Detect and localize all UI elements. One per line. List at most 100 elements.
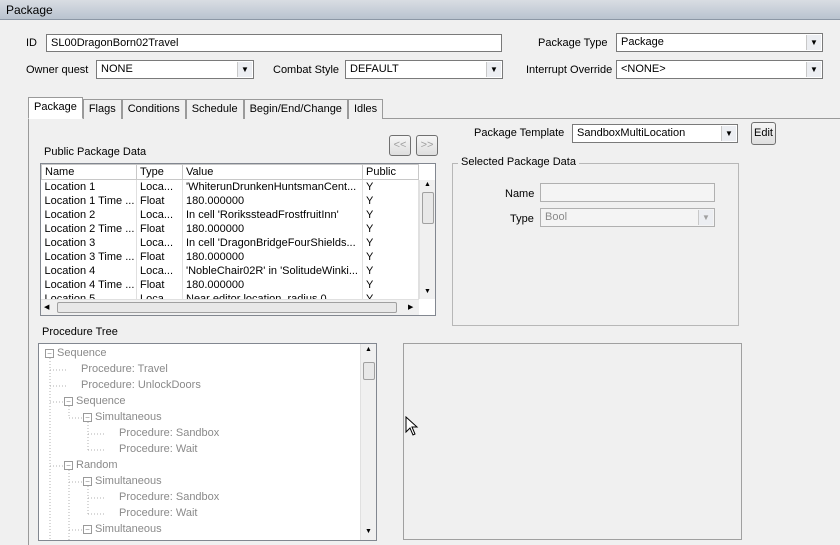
package-type-value: Package (621, 36, 664, 48)
owner-quest-label: Owner quest (26, 64, 89, 76)
scroll-thumb[interactable] (422, 192, 434, 224)
tree-node-label: Procedure: Wait (119, 443, 198, 455)
tab-schedule[interactable]: Schedule (185, 99, 244, 119)
column-header-type[interactable]: Type (136, 164, 183, 180)
package-type-dropdown[interactable]: Package ▼ (616, 33, 823, 52)
horizontal-scroll-thumb[interactable] (57, 302, 397, 313)
tree-node[interactable]: Procedure: Wait (119, 507, 197, 519)
interrupt-override-dropdown[interactable]: <NONE> ▼ (616, 60, 823, 79)
interrupt-override-value: <NONE> (621, 63, 666, 75)
cell-public: Y (362, 193, 419, 208)
scroll-thumb[interactable] (363, 362, 375, 380)
tree-node[interactable]: − Simultaneous (83, 523, 162, 535)
tree-vertical-scrollbar[interactable]: ▲ ▼ (360, 344, 376, 540)
tree-node[interactable]: Procedure: Travel (81, 363, 168, 375)
tree-node[interactable]: − Random (64, 459, 118, 471)
public-package-data-title: Public Package Data (44, 146, 147, 158)
selected-package-data-title: Selected Package Data (458, 156, 579, 168)
tree-node[interactable]: − Sequence (64, 395, 126, 407)
collapse-icon[interactable]: − (64, 396, 73, 406)
package-template-value: SandboxMultiLocation (577, 127, 686, 139)
mouse-cursor-icon (405, 416, 419, 436)
procedure-details-panel (403, 343, 742, 540)
tree-node[interactable]: Procedure: Sandbox (119, 491, 219, 503)
scroll-right-icon: ▶ (408, 304, 414, 311)
public-package-data-table: Name Type Value Public Location 1 Loca...… (41, 164, 419, 306)
selected-name-field[interactable] (540, 183, 715, 202)
tree-node-label: Procedure: Sandbox (119, 491, 220, 503)
cell-public: Y (362, 277, 419, 292)
tree-node[interactable]: − Sequence (45, 347, 107, 359)
selected-type-value: Bool (545, 211, 568, 223)
table-row[interactable]: Location 2 Time ... Float 180.000000 Y (41, 221, 419, 236)
column-header-name[interactable]: Name (41, 164, 137, 180)
cell-value: In cell 'RorikssteadFrostfruitInn' (182, 207, 363, 222)
cell-type: Loca... (136, 263, 183, 278)
table-row[interactable]: Location 3 Time ... Float 180.000000 Y (41, 249, 419, 264)
cell-name: Location 3 (41, 235, 137, 250)
id-field[interactable]: SL00DragonBorn02Travel (46, 34, 502, 52)
table-row[interactable]: Location 1 Loca... 'WhiterunDrunkenHuntsma… (41, 179, 419, 194)
title-bar: Package (0, 0, 840, 20)
collapse-icon[interactable]: − (64, 460, 73, 470)
owner-quest-dropdown[interactable]: NONE ▼ (96, 60, 254, 79)
tree-node-label: Simultaneous (95, 411, 162, 423)
cell-value: 180.000000 (182, 221, 363, 236)
cell-public: Y (362, 179, 419, 194)
tree-node-label: Procedure: Wait (119, 507, 198, 519)
edit-template-button[interactable]: Edit (751, 122, 776, 145)
column-header-value[interactable]: Value (182, 164, 363, 180)
tree-node-label: Sequence (57, 347, 107, 359)
public-package-data-list[interactable]: Name Type Value Public Location 1 Loca...… (40, 163, 436, 316)
tree-node[interactable]: − Simultaneous (83, 475, 162, 487)
tree-node-label: Procedure: Travel (81, 363, 168, 375)
scroll-up-icon: ▲ (424, 181, 431, 188)
cell-name: Location 3 Time ... (41, 249, 137, 264)
table-row[interactable]: Location 3 Loca... In cell 'DragonBridgeFo… (41, 235, 419, 250)
tree-node[interactable]: Procedure: Sandbox (119, 427, 219, 439)
cell-name: Location 2 Time ... (41, 221, 137, 236)
cell-value: In cell 'DragonBridgeFourShields... (182, 235, 363, 250)
combat-style-dropdown[interactable]: DEFAULT ▼ (345, 60, 503, 79)
column-header-public[interactable]: Public (362, 164, 419, 180)
cell-value: 180.000000 (182, 277, 363, 292)
table-row[interactable]: Location 4 Time ... Float 180.000000 Y (41, 277, 419, 292)
cell-type: Float (136, 193, 183, 208)
collapse-icon[interactable]: − (83, 524, 92, 534)
cell-name: Location 4 (41, 263, 137, 278)
cell-public: Y (362, 235, 419, 250)
tab-package[interactable]: Package (28, 97, 83, 119)
table-row[interactable]: Location 1 Time ... Float 180.000000 Y (41, 193, 419, 208)
tree-node[interactable]: Procedure: UnlockDoors (81, 379, 201, 391)
combat-style-value: DEFAULT (350, 63, 399, 75)
table-vertical-scrollbar[interactable]: ▲ ▼ (419, 180, 435, 299)
procedure-tree-title: Procedure Tree (42, 326, 118, 338)
cell-public: Y (362, 249, 419, 264)
table-row[interactable]: Location 4 Loca... 'NobleChair02R' in 'Sol… (41, 263, 419, 278)
collapse-icon[interactable]: − (45, 348, 54, 358)
cell-type: Loca... (136, 235, 183, 250)
cell-public: Y (362, 221, 419, 236)
package-template-dropdown[interactable]: SandboxMultiLocation ▼ (572, 124, 738, 143)
table-row[interactable]: Location 2 Loca... In cell 'RorikssteadFro… (41, 207, 419, 222)
tab-flags[interactable]: Flags (82, 99, 122, 119)
cell-public: Y (362, 263, 419, 278)
chevron-down-icon: ▼ (237, 62, 252, 77)
procedure-tree[interactable]: − Sequence Procedure: Travel Procedure: U… (38, 343, 377, 541)
collapse-icon[interactable]: − (83, 412, 92, 422)
tab-begin-end-change[interactable]: Begin/End/Change (243, 99, 348, 119)
tab-idles[interactable]: Idles (347, 99, 384, 119)
tab-conditions[interactable]: Conditions (121, 99, 186, 119)
cell-value: 180.000000 (182, 193, 363, 208)
tree-node[interactable]: − Simultaneous (83, 411, 162, 423)
selected-type-label: Type (510, 213, 534, 225)
cell-type: Float (136, 277, 183, 292)
cell-public: Y (362, 207, 419, 222)
next-button[interactable]: >> (416, 135, 438, 156)
collapse-icon[interactable]: − (83, 476, 92, 486)
table-horizontal-scrollbar[interactable]: ◀ ▶ (41, 299, 419, 315)
selected-type-dropdown[interactable]: Bool ▼ (540, 208, 715, 227)
previous-button[interactable]: << (389, 135, 411, 156)
tree-node-label: Simultaneous (95, 475, 162, 487)
tree-node[interactable]: Procedure: Wait (119, 443, 197, 455)
